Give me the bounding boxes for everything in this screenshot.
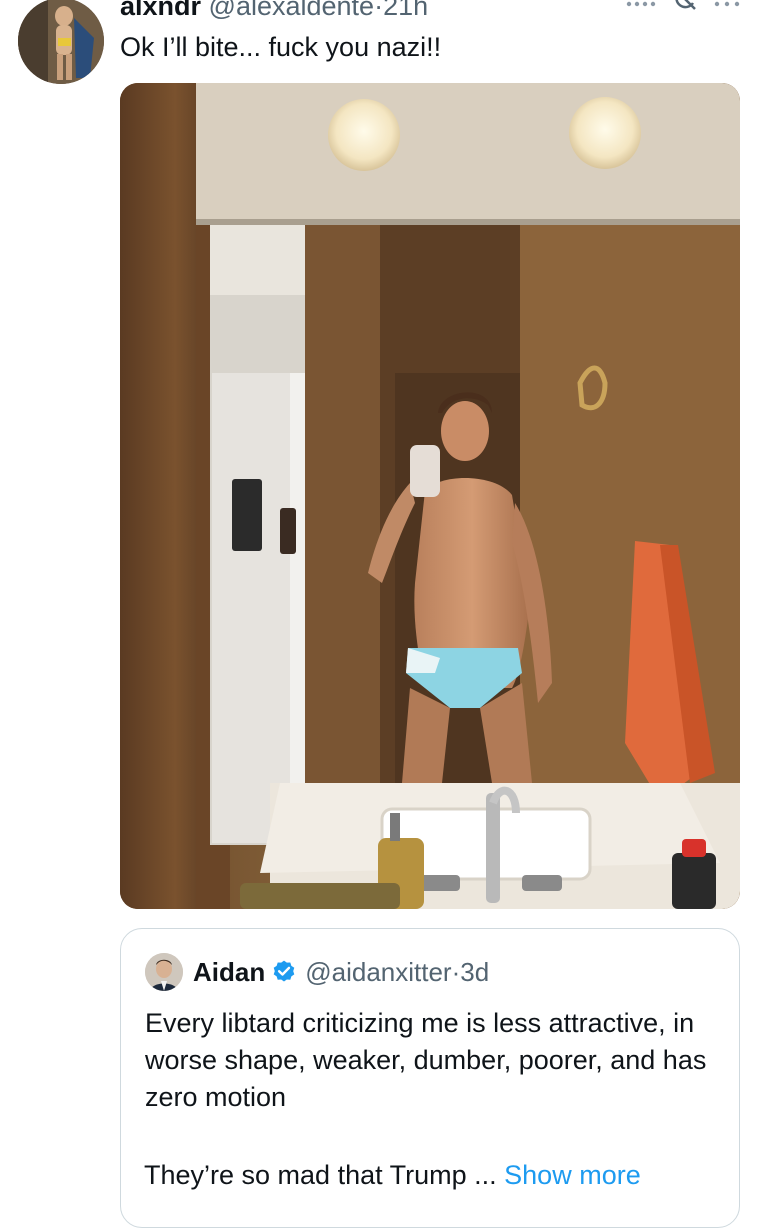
quoted-display-name[interactable]: Aidan bbox=[193, 956, 265, 988]
quoted-avatar-image bbox=[145, 953, 183, 991]
verified-badge-icon bbox=[273, 960, 295, 982]
quoted-post-avatar[interactable] bbox=[145, 953, 183, 991]
show-more-link[interactable]: Show more bbox=[504, 1160, 641, 1190]
grok-icon[interactable] bbox=[671, 0, 699, 17]
post-avatar[interactable] bbox=[18, 0, 104, 84]
top-actions bbox=[625, 0, 745, 14]
post-handle[interactable]: @alexaldente bbox=[209, 0, 375, 21]
post-text: Ok I’ll bite... fuck you nazi!! bbox=[120, 32, 442, 62]
quoted-post-text: Every libtard criticizing me is less att… bbox=[145, 1008, 707, 1112]
quoted-post-header: Aidan @aidanxitter · 3d bbox=[193, 956, 489, 988]
quoted-handle[interactable]: @aidanxitter bbox=[305, 956, 451, 988]
post-separator: · bbox=[374, 0, 384, 21]
post-header: alxndr @alexaldente·21h bbox=[120, 0, 428, 22]
post-media-photo[interactable] bbox=[120, 83, 740, 909]
avatar-image bbox=[18, 0, 104, 84]
quoted-timestamp[interactable]: 3d bbox=[460, 956, 489, 988]
more-icon[interactable] bbox=[711, 0, 745, 15]
mirror-selfie-image bbox=[120, 83, 740, 909]
more-dots-icon[interactable] bbox=[625, 0, 659, 15]
quoted-post-truncated-line: They’re so mad that Trump ... Show more bbox=[144, 1157, 641, 1194]
post-display-name[interactable]: alxndr bbox=[120, 0, 201, 21]
quoted-separator: · bbox=[451, 957, 461, 987]
post-timestamp[interactable]: 21h bbox=[383, 0, 428, 21]
quoted-post-truncated-text: They’re so mad that Trump ... bbox=[144, 1160, 497, 1190]
